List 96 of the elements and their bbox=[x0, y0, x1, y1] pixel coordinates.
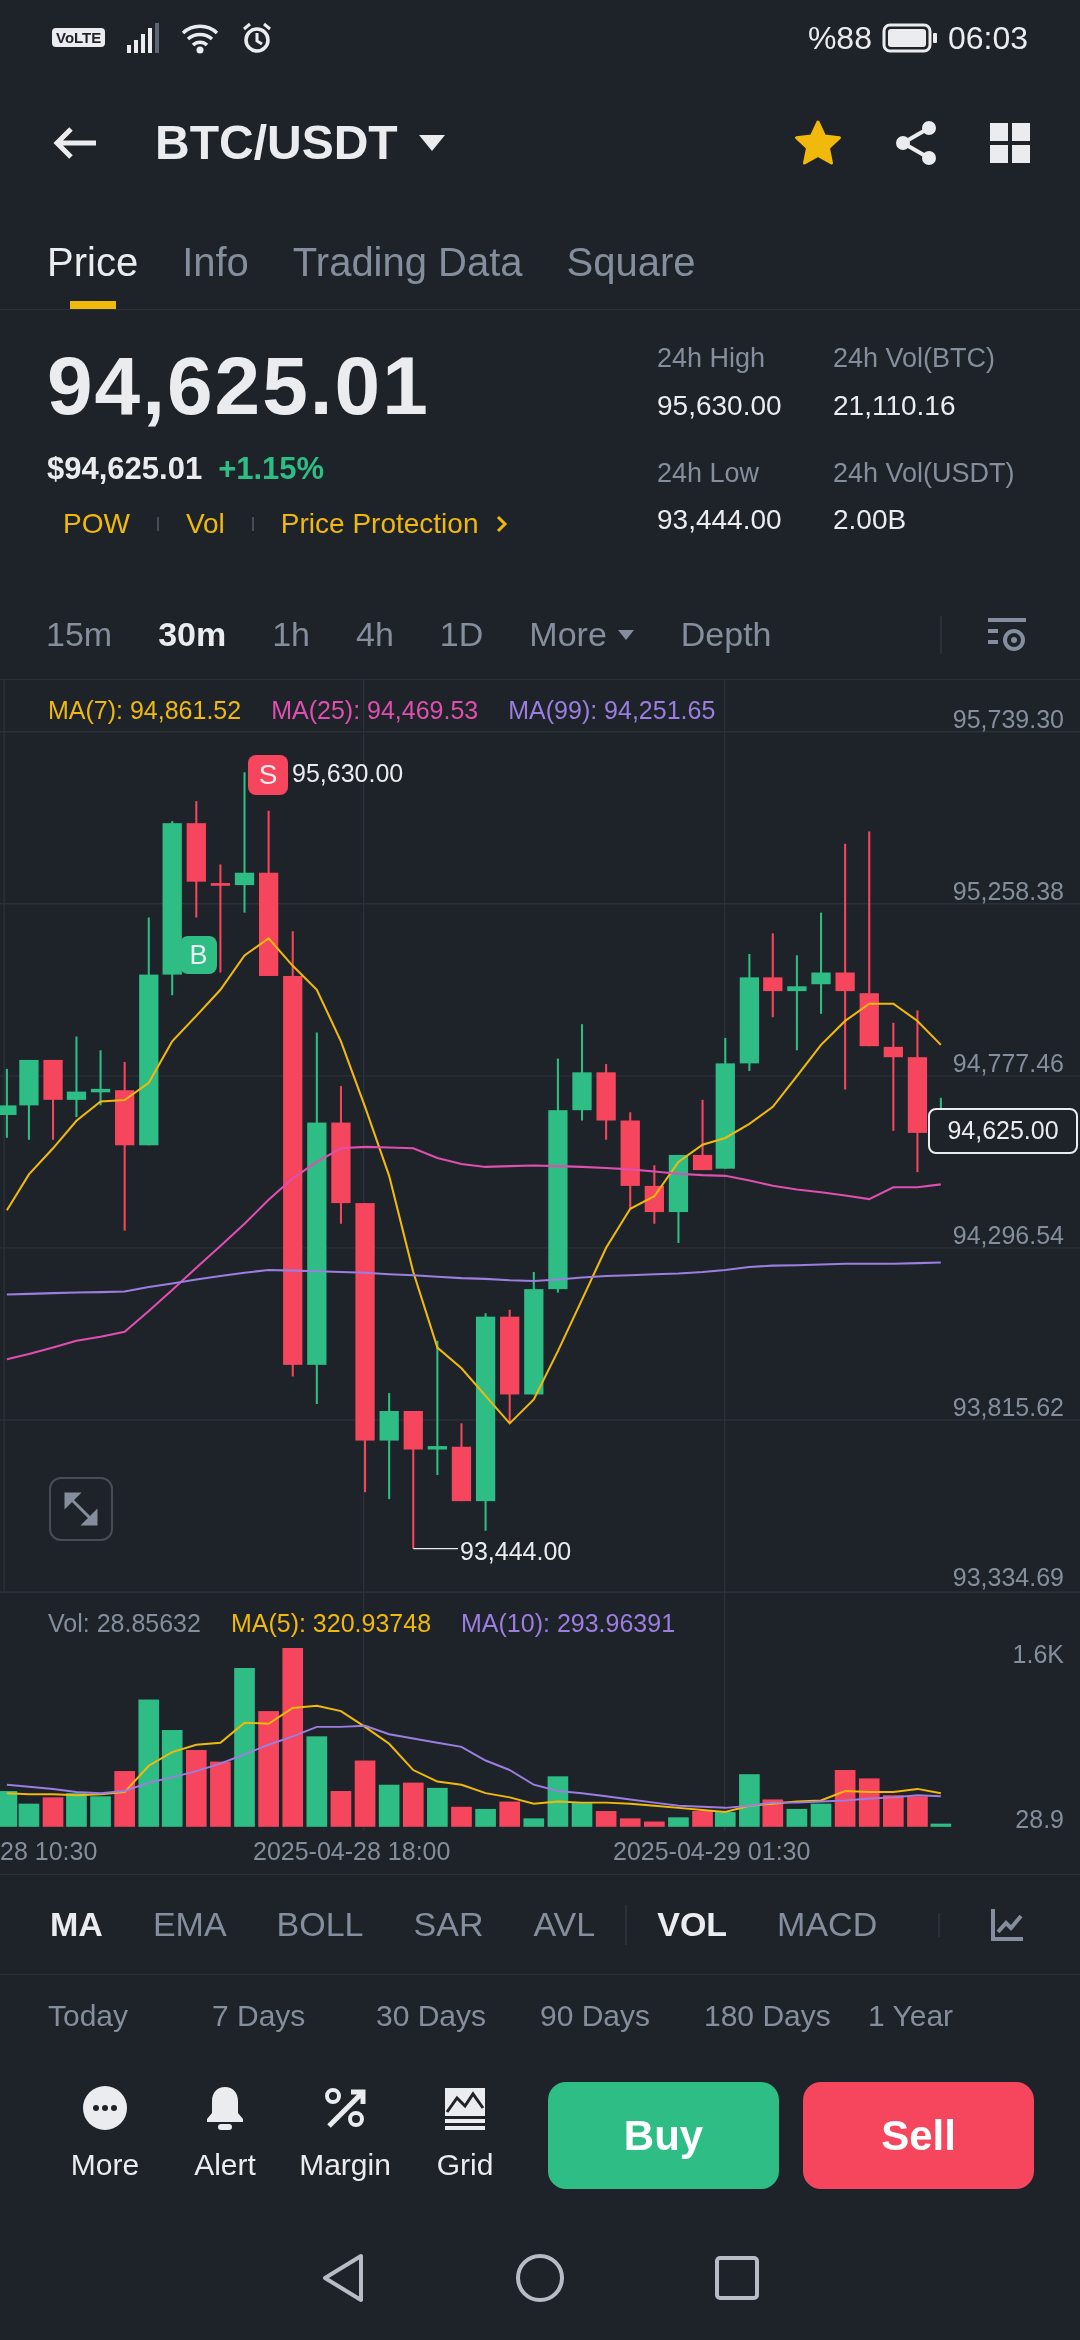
fullscreen-button[interactable] bbox=[49, 1477, 113, 1541]
share-icon[interactable] bbox=[894, 119, 938, 166]
price-axis-label: 93,815.62 bbox=[952, 1391, 1064, 1422]
interval-tab[interactable]: Depth bbox=[680, 609, 772, 660]
more-icon bbox=[82, 2084, 128, 2131]
tag-link[interactable]: Vol bbox=[185, 502, 225, 545]
moving-average-legend: MA(25): 94,469.53 bbox=[271, 692, 479, 730]
tab[interactable]: Trading Data bbox=[292, 210, 523, 309]
line-chart-icon[interactable] bbox=[990, 1907, 1024, 1942]
current-price-label: 94,625.00 bbox=[928, 1108, 1078, 1154]
range-option[interactable]: Today bbox=[48, 1992, 212, 2038]
interval-tab[interactable]: 4h bbox=[356, 609, 394, 660]
stat-value: 21,110.16 bbox=[833, 388, 957, 423]
volume-legend: Vol: 28.85632 bbox=[48, 1605, 201, 1643]
low-price-label: 93,444.00 bbox=[460, 1536, 572, 1566]
fiat-price: $94,625.01 bbox=[47, 450, 203, 488]
price-axis-label: 94,777.46 bbox=[952, 1047, 1064, 1078]
action-button[interactable]: Grid bbox=[405, 2083, 525, 2187]
indicator-tab[interactable]: BOLL bbox=[276, 1899, 364, 1950]
moving-average-legend: MA(7): 94,861.52 bbox=[48, 692, 242, 730]
range-option[interactable]: 7 Days bbox=[212, 1992, 376, 2038]
indicator-tab[interactable]: SAR bbox=[413, 1899, 484, 1950]
volume-axis-label: 28.9 bbox=[1015, 1803, 1064, 1834]
volte-badge: VoLTE bbox=[52, 28, 106, 47]
clock-time: 06:03 bbox=[947, 18, 1028, 58]
volume-legend: MA(10): 293.96391 bbox=[461, 1605, 676, 1643]
volume-axis-label: 1.6K bbox=[1012, 1638, 1064, 1669]
price-axis-label: 94,296.54 bbox=[952, 1219, 1064, 1250]
grid-menu-icon[interactable] bbox=[990, 122, 1030, 163]
chart-settings-icon[interactable] bbox=[988, 617, 1026, 652]
action-button[interactable]: More bbox=[45, 2083, 165, 2187]
stat-label: 24h Vol(BTC) bbox=[833, 342, 997, 375]
home-nav-icon[interactable] bbox=[515, 2252, 565, 2303]
last-price: 94,625.01 bbox=[47, 339, 431, 433]
tag-link[interactable]: POW bbox=[63, 502, 130, 545]
stat-label: 24h High bbox=[657, 342, 767, 375]
tab[interactable]: Price bbox=[47, 210, 139, 309]
leader-line bbox=[412, 1547, 459, 1550]
sell-button[interactable]: Sell bbox=[803, 2081, 1034, 2189]
bell-icon bbox=[204, 2084, 246, 2131]
indicator-tab[interactable]: VOL bbox=[657, 1899, 728, 1950]
range-option[interactable]: 30 Days bbox=[376, 1992, 540, 2038]
moving-average-legend: MA(99): 94,251.65 bbox=[508, 692, 716, 730]
indicator-tab[interactable]: MA bbox=[50, 1899, 103, 1950]
favorite-star-icon[interactable] bbox=[794, 119, 842, 166]
percent-icon bbox=[323, 2085, 367, 2130]
interval-tab[interactable]: 1h bbox=[272, 609, 311, 660]
action-button[interactable]: Alert bbox=[165, 2083, 285, 2187]
chevron-right-icon bbox=[496, 514, 509, 533]
buy-button[interactable]: Buy bbox=[548, 2081, 779, 2189]
range-option[interactable]: 90 Days bbox=[540, 1992, 704, 2038]
price-axis-label: 95,258.38 bbox=[952, 875, 1064, 906]
price-axis-label: 95,739.30 bbox=[952, 703, 1064, 734]
indicator-tab[interactable]: MACD bbox=[777, 1899, 878, 1950]
more-intervals-dropdown[interactable]: More bbox=[529, 609, 635, 660]
volume-legend: MA(5): 320.93748 bbox=[230, 1605, 432, 1643]
sell-marker: S bbox=[248, 755, 288, 795]
grid-chart-icon bbox=[443, 2085, 487, 2130]
interval-tab[interactable]: 30m bbox=[158, 609, 227, 660]
stat-label: 24h Low bbox=[657, 456, 761, 490]
back-arrow-icon bbox=[52, 125, 98, 160]
indicator-tab[interactable]: AVL bbox=[533, 1899, 596, 1950]
back-nav-icon[interactable] bbox=[321, 2252, 365, 2303]
caret-icon bbox=[616, 628, 635, 641]
caret-icon bbox=[417, 133, 446, 152]
price-change: +1.15% bbox=[218, 450, 325, 488]
time-axis-label: 2025-04-28 18:00 bbox=[253, 1836, 452, 1868]
range-option[interactable]: 1 Year bbox=[868, 1992, 1032, 2038]
interval-tab[interactable]: 15m bbox=[46, 609, 113, 660]
tab[interactable]: Info bbox=[182, 210, 249, 309]
pair-selector[interactable]: BTC/USDT bbox=[155, 106, 446, 179]
candlestick bbox=[644, 1165, 664, 1224]
time-axis-label: 2025-04-29 01:30 bbox=[613, 1836, 811, 1868]
candlestick bbox=[692, 1099, 713, 1171]
battery-percentage: %88 bbox=[807, 18, 872, 58]
battery-icon bbox=[881, 22, 938, 53]
high-price-label: 95,630.00 bbox=[292, 758, 404, 788]
candlestick bbox=[90, 1050, 111, 1106]
stat-value: 93,444.00 bbox=[657, 503, 783, 537]
interval-tab[interactable]: 1D bbox=[439, 609, 484, 660]
stat-label: 24h Vol(USDT) bbox=[833, 456, 1016, 490]
recents-nav-icon[interactable] bbox=[715, 2255, 759, 2300]
time-axis-label: 28 10:30 bbox=[0, 1836, 99, 1868]
range-option[interactable]: 180 Days bbox=[704, 1992, 868, 2038]
indicator-tab[interactable]: EMA bbox=[152, 1899, 227, 1950]
action-button[interactable]: Margin bbox=[285, 2083, 405, 2187]
stat-value: 95,630.00 bbox=[657, 388, 783, 423]
stat-value: 2.00B bbox=[833, 503, 908, 537]
tab[interactable]: Square bbox=[566, 210, 696, 309]
buy-marker: B bbox=[180, 936, 217, 974]
expand-icon bbox=[63, 1491, 99, 1527]
signal-icon bbox=[127, 22, 160, 53]
tag-link[interactable]: Price Protection bbox=[280, 502, 479, 545]
alarm-icon bbox=[241, 21, 274, 54]
price-axis-label: 93,334.69 bbox=[952, 1562, 1064, 1592]
candlestick bbox=[0, 1068, 17, 1138]
